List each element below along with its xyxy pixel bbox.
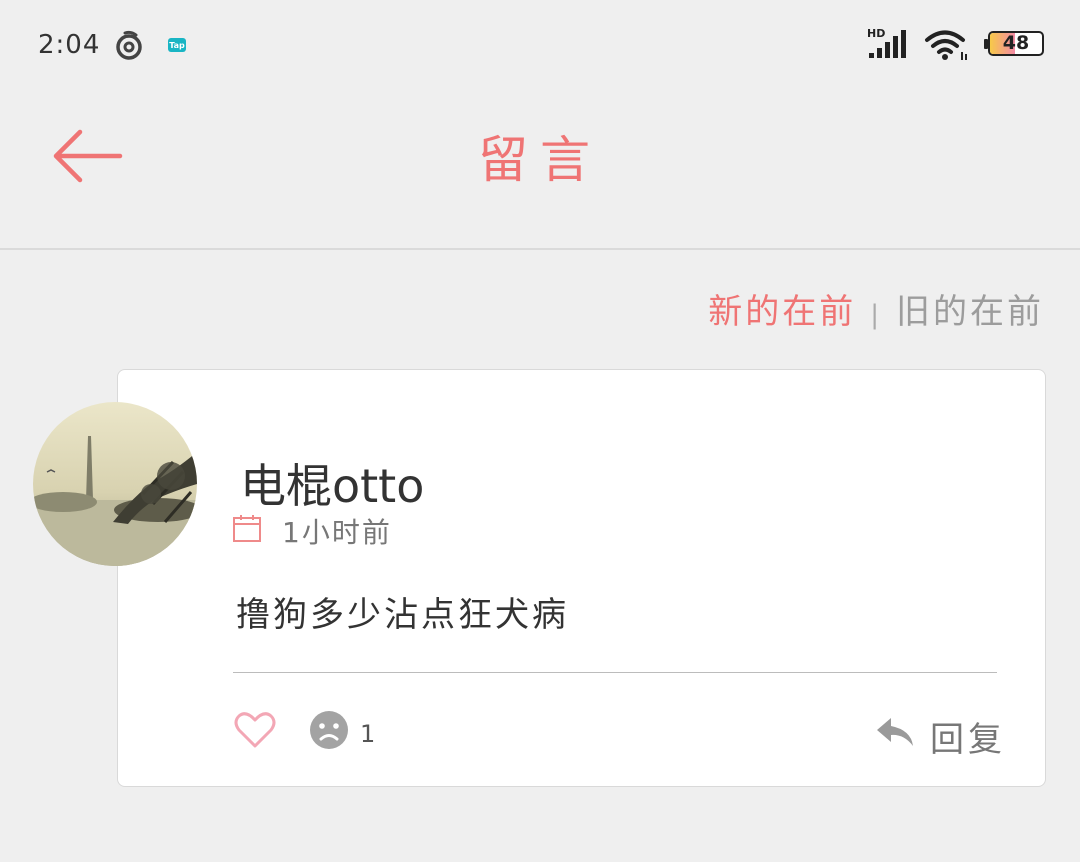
avatar[interactable] <box>33 402 197 566</box>
netease-music-icon <box>116 30 142 60</box>
battery-icon: 48 <box>984 31 1046 58</box>
heart-outline-icon[interactable] <box>234 710 276 750</box>
wifi-icon <box>925 30 967 60</box>
reply-arrow-icon <box>877 718 913 746</box>
signal-icon: HD <box>867 27 906 58</box>
reply-label: 回复 <box>930 720 1006 760</box>
reply-button[interactable]: 回复 <box>872 712 1002 760</box>
page-title: 留言 <box>478 131 602 189</box>
sort-toggle: 新的在前 | 旧的在前 <box>708 284 1044 333</box>
comment-text: 撸狗多少沾点狂犬病 <box>236 595 569 635</box>
sort-oldest-button[interactable]: 旧的在前 <box>896 292 1044 332</box>
battery-level: 48 <box>1002 32 1030 54</box>
status-bar: 2:04 Tap HD 48 <box>0 0 1080 90</box>
comment-divider <box>233 672 997 673</box>
calendar-icon <box>233 515 261 542</box>
taptap-icon: Tap <box>168 38 186 52</box>
sort-newest-button[interactable]: 新的在前 <box>708 292 856 332</box>
comment-username[interactable]: 电棍otto <box>240 450 424 516</box>
status-time: 2:04 <box>38 30 101 60</box>
sad-face-icon[interactable] <box>309 710 349 750</box>
sort-separator: | <box>870 300 882 330</box>
comment-timestamp: 1小时前 <box>282 516 392 549</box>
header: 留言 <box>0 90 1080 250</box>
network-label: HD <box>867 27 885 40</box>
dislike-count: 1 <box>360 720 376 748</box>
svg-text:Tap: Tap <box>169 41 185 50</box>
